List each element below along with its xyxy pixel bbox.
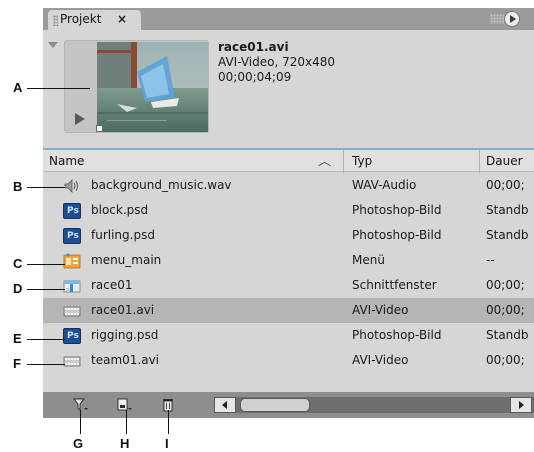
item-name: race01 <box>91 278 133 292</box>
preview-area: race01.avi AVI-Video, 720x480 00;00;04;0… <box>43 30 534 146</box>
item-name: furling.psd <box>91 228 155 242</box>
item-name: block.psd <box>91 203 149 217</box>
item-duration: 00;00; <box>486 178 525 192</box>
callout-line-g <box>80 410 81 434</box>
drag-grip-icon[interactable] <box>53 15 58 26</box>
collapse-preview-icon[interactable] <box>48 42 58 48</box>
scroll-right-button[interactable] <box>510 397 532 413</box>
item-type: Menü <box>352 253 385 267</box>
horizontal-scrollbar[interactable] <box>214 397 534 413</box>
column-header-name[interactable]: Name <box>49 154 84 168</box>
column-divider[interactable] <box>343 150 344 173</box>
callout-label-i: I <box>165 436 169 451</box>
list-item[interactable]: background_music.wav WAV-Audio 00;00; <box>43 173 534 198</box>
item-type: AVI-Video <box>352 303 409 317</box>
clip-name: race01.avi <box>218 40 289 54</box>
callout-line-e <box>27 339 65 340</box>
column-header-row: Name ︿ Typ Dauer <box>43 148 534 173</box>
panel-grip-icon[interactable] <box>490 14 504 24</box>
item-duration: Standb <box>486 328 529 342</box>
item-type: Photoshop-Bild <box>352 228 442 242</box>
play-arrow-icon <box>510 15 516 23</box>
item-duration: Standb <box>486 228 529 242</box>
item-duration: 00;00; <box>486 278 525 292</box>
column-header-type[interactable]: Typ <box>352 154 372 168</box>
item-type: Schnittfenster <box>352 278 437 292</box>
scrollbar-thumb[interactable] <box>240 398 310 412</box>
item-name: race01.avi <box>91 303 155 317</box>
list-item[interactable]: Ps furling.psd Photoshop-Bild Standb <box>43 223 534 248</box>
clip-info: race01.avi AVI-Video, 720x480 00;00;04;0… <box>218 40 335 85</box>
new-item-icon[interactable] <box>117 398 133 412</box>
item-type: AVI-Video <box>352 353 409 367</box>
project-panel: Projekt × race01.avi AVI-Video, 720x480 … <box>43 8 534 418</box>
clip-duration: 00;00;04;09 <box>218 70 292 84</box>
panel-tab-bar: Projekt × <box>43 8 534 30</box>
sequence-icon <box>63 280 81 293</box>
tab-close-button[interactable]: × <box>117 12 127 26</box>
callout-label-b: B <box>13 179 23 194</box>
list-item[interactable]: Ps rigging.psd Photoshop-Bild Standb <box>43 323 534 348</box>
video-file-icon <box>63 306 81 317</box>
callout-label-e: E <box>13 331 22 346</box>
callout-line-b <box>27 187 65 188</box>
item-type: Photoshop-Bild <box>352 328 442 342</box>
callout-label-g: G <box>73 436 84 451</box>
column-header-duration[interactable]: Dauer <box>486 154 523 168</box>
tab-projekt[interactable]: Projekt × <box>48 10 141 30</box>
panel-menu-button[interactable] <box>504 11 520 27</box>
item-name: background_music.wav <box>91 178 232 192</box>
filter-icon[interactable] <box>73 398 89 412</box>
list-item[interactable]: team01.avi AVI-Video 00;00; <box>43 348 534 373</box>
list-item[interactable]: Ps block.psd Photoshop-Bild Standb <box>43 198 534 223</box>
column-divider[interactable] <box>479 150 480 173</box>
sort-ascending-icon[interactable]: ︿ <box>318 153 331 169</box>
menu-icon <box>63 253 81 269</box>
arrow-right-icon <box>519 401 524 409</box>
thumbnail-image <box>97 42 208 132</box>
photoshop-file-icon: Ps <box>63 328 81 344</box>
arrow-left-icon <box>222 401 227 409</box>
item-duration: 00;00; <box>486 303 525 317</box>
item-duration: 00;00; <box>486 353 525 367</box>
play-thumbnail-button[interactable] <box>75 113 85 125</box>
clip-description: AVI-Video, 720x480 <box>218 55 335 69</box>
audio-icon <box>64 179 78 193</box>
item-name: menu_main <box>91 253 162 267</box>
tab-title: Projekt <box>60 12 102 26</box>
poster-frame-slider[interactable] <box>96 125 103 132</box>
photoshop-file-icon: Ps <box>63 203 81 219</box>
photoshop-file-icon: Ps <box>63 228 81 244</box>
panel-bottom-bar <box>43 392 534 418</box>
sailboat-thumbnail <box>97 42 208 132</box>
item-type: WAV-Audio <box>352 178 417 192</box>
callout-line-a <box>27 88 90 89</box>
callout-label-h: H <box>120 436 130 451</box>
ps-label: Ps <box>67 231 79 241</box>
item-duration: -- <box>486 253 495 267</box>
ps-label: Ps <box>67 206 79 216</box>
thumbnail-viewer <box>64 40 209 133</box>
list-item[interactable]: menu_main Menü -- <box>43 248 534 273</box>
callout-label-c: C <box>13 256 23 271</box>
item-duration: Standb <box>486 203 529 217</box>
callout-label-d: D <box>13 281 23 296</box>
item-name: rigging.psd <box>91 328 159 342</box>
item-type: Photoshop-Bild <box>352 203 442 217</box>
list-item-selected[interactable]: race01.avi AVI-Video 00;00; <box>43 298 534 323</box>
callout-line-d <box>27 289 65 290</box>
callout-label-f: F <box>13 356 21 371</box>
callout-line-i <box>168 410 169 434</box>
item-name: team01.avi <box>91 353 160 367</box>
callout-label-a: A <box>13 80 23 95</box>
callout-line-c <box>27 264 65 265</box>
callout-line-h <box>126 410 127 434</box>
video-file-icon <box>63 356 81 367</box>
scroll-left-button[interactable] <box>214 397 236 413</box>
callout-line-f <box>27 364 65 365</box>
list-item[interactable]: race01 Schnittfenster 00;00; <box>43 273 534 298</box>
ps-label: Ps <box>67 331 79 341</box>
